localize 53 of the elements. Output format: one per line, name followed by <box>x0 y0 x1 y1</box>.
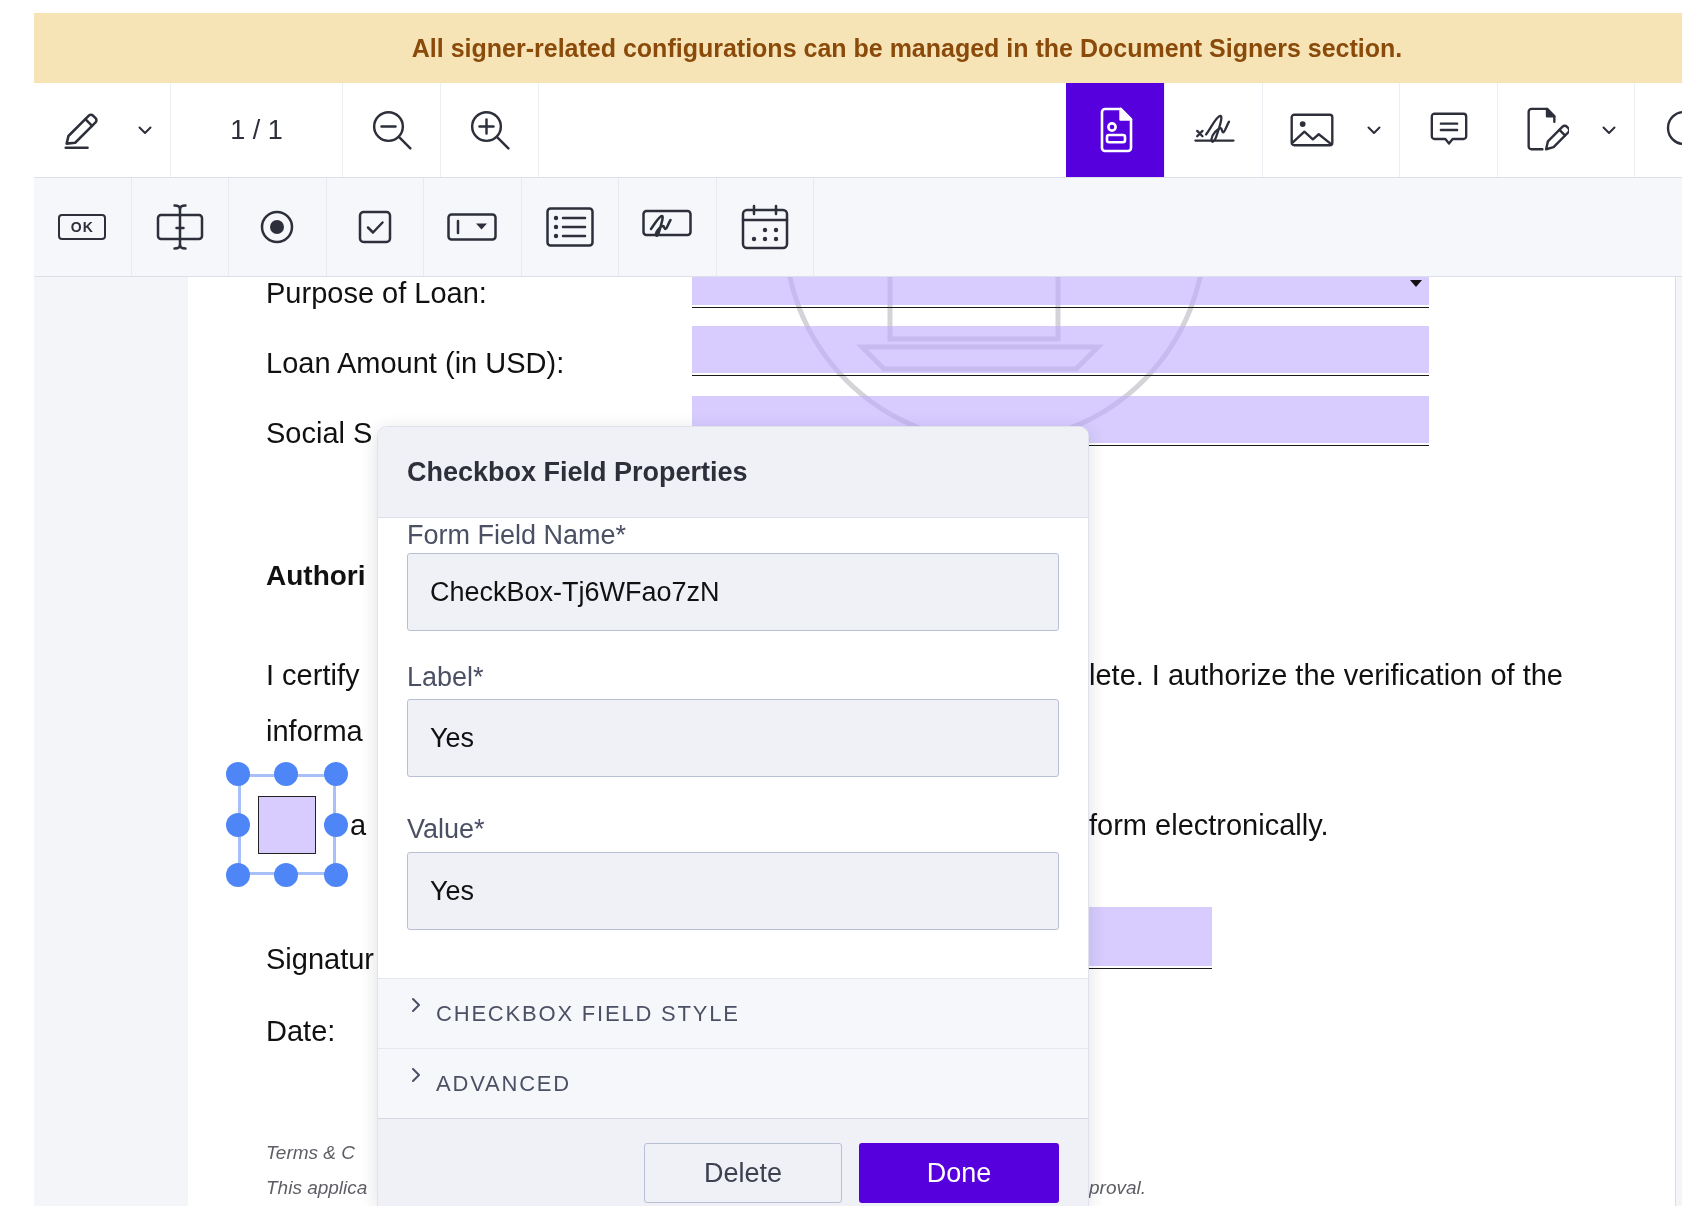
secondary-button[interactable]: Delete <box>644 1143 842 1203</box>
dropdown-arrow-icon <box>1410 280 1422 287</box>
form-fields-tool[interactable] <box>1066 83 1164 177</box>
primary-button[interactable]: Done <box>859 1143 1059 1203</box>
section-toggle[interactable]: ADVANCED <box>378 1048 1088 1118</box>
dialog-title: Checkbox Field Properties <box>407 456 748 488</box>
footnote-text: This applica <box>266 1175 368 1200</box>
footnote-text: proval. <box>1089 1175 1147 1200</box>
form-label: Social S <box>266 416 373 449</box>
input-field[interactable]: Yes <box>407 852 1059 930</box>
resize-handle[interactable] <box>274 762 298 786</box>
radio-button-icon <box>260 210 295 244</box>
checkbox-icon <box>357 210 392 244</box>
toolbar-button[interactable] <box>1634 83 1682 177</box>
zoom-out-icon <box>370 109 413 151</box>
section-toggle[interactable]: CHECKBOX FIELD STYLE <box>378 978 1088 1048</box>
resize-handle[interactable] <box>226 863 250 887</box>
signature-label: Signatur <box>266 941 374 977</box>
image-icon <box>1290 113 1334 147</box>
paragraph-text: I certify <box>266 658 360 693</box>
resize-handle[interactable] <box>226 813 250 837</box>
consent-text: a <box>350 807 367 843</box>
resize-handle[interactable] <box>226 762 250 786</box>
consent-text: form electronically. <box>1089 807 1329 843</box>
input-field[interactable]: CheckBox-Tj6WFao7zN <box>407 553 1059 631</box>
paragraph-text: lete. I authorize the verification of the <box>1089 658 1563 693</box>
text-field[interactable] <box>1089 907 1212 966</box>
dropdown-field[interactable] <box>692 277 1429 305</box>
banner-text: All signer-related configurations can be managed in the Document Signers section. <box>411 33 1403 63</box>
field-label: Form Field Name* <box>407 520 627 550</box>
resize-handle[interactable] <box>324 863 348 887</box>
form-label: Loan Amount (in USD): <box>266 346 565 379</box>
section-heading: Authori <box>266 559 366 593</box>
page-indicator: 1 / 1 <box>230 114 283 146</box>
field-label: Label* <box>407 662 484 692</box>
text-field[interactable] <box>692 326 1429 373</box>
resize-handle[interactable] <box>324 762 348 786</box>
list-icon <box>545 207 594 247</box>
checkbox-field[interactable] <box>258 796 316 854</box>
resize-handle[interactable] <box>324 813 348 837</box>
zoom-in-icon <box>468 109 511 151</box>
date-label: Date: <box>266 1013 336 1049</box>
button-field-tool[interactable]: OK <box>34 178 132 276</box>
dropdown-icon <box>447 213 498 241</box>
input-field[interactable]: Yes <box>407 699 1059 777</box>
resize-handle[interactable] <box>274 863 298 887</box>
field-label: Value* <box>407 814 485 844</box>
document-pencil-icon <box>1525 107 1569 153</box>
footnote-text: Terms & C <box>266 1140 356 1165</box>
calendar-icon <box>740 204 789 250</box>
paragraph-text: informa <box>266 714 363 749</box>
form-label: Purpose of Loan: <box>266 277 487 309</box>
text-cursor-icon <box>155 201 204 253</box>
